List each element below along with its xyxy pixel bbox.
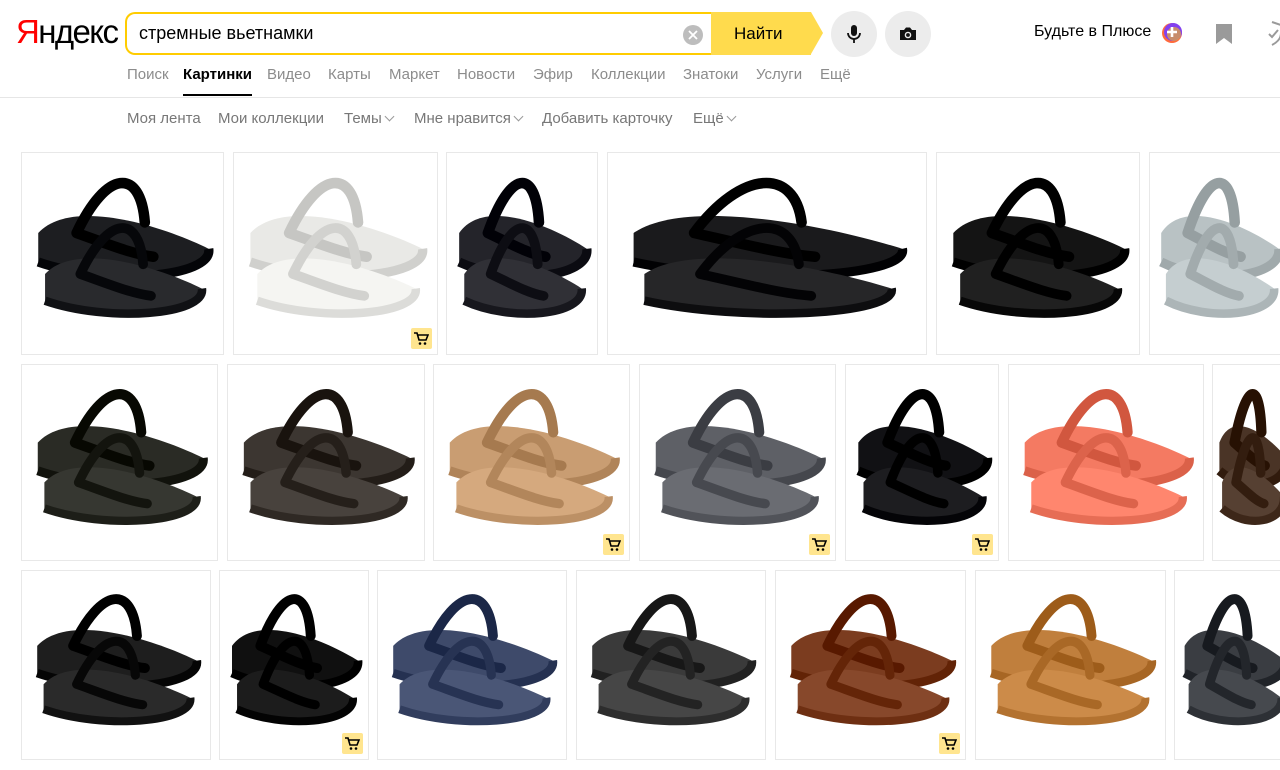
sandal-thumbnail <box>654 389 826 525</box>
sandal-thumbnail <box>1216 389 1280 525</box>
tab-news[interactable]: Новости <box>457 66 515 83</box>
tab-efir[interactable]: Эфир <box>533 66 573 83</box>
sandal-thumbnail <box>457 177 592 318</box>
sandal-thumbnail <box>230 594 363 726</box>
plus-promo-text[interactable]: Будьте в Плюсе <box>1034 23 1151 41</box>
image-result-tile[interactable] <box>639 364 836 561</box>
subnav-themes-label: Темы <box>344 110 382 127</box>
sandal-thumbnail <box>35 594 202 726</box>
tab-video[interactable]: Видео <box>267 66 311 83</box>
clear-icon[interactable] <box>683 25 703 45</box>
image-result-tile[interactable] <box>21 364 218 561</box>
image-result-tile[interactable] <box>21 152 224 355</box>
sandal-thumbnail <box>242 389 415 525</box>
sandal-thumbnail <box>1023 389 1194 525</box>
image-result-tile[interactable] <box>227 364 425 561</box>
sandal-thumbnail <box>590 594 757 726</box>
image-result-tile[interactable] <box>377 570 567 760</box>
chevron-down-icon <box>384 111 395 122</box>
sandal-thumbnail <box>789 594 957 726</box>
image-result-tile[interactable] <box>775 570 966 760</box>
yandex-logo[interactable]: Яндекс <box>16 12 119 52</box>
tab-search[interactable]: Поиск <box>127 66 169 83</box>
image-result-tile[interactable] <box>233 152 438 355</box>
chevron-down-icon <box>726 111 737 122</box>
sandal-thumbnail <box>248 177 428 318</box>
sandal-thumbnail <box>1182 594 1280 726</box>
image-result-tile[interactable] <box>845 364 999 561</box>
sandal-thumbnail <box>448 389 620 525</box>
tab-more[interactable]: Ещё <box>820 66 851 83</box>
image-result-tile[interactable] <box>433 364 630 561</box>
tab-experts[interactable]: Знатоки <box>683 66 738 83</box>
active-tab-underline <box>183 94 252 96</box>
image-result-tile[interactable] <box>1174 570 1280 760</box>
image-result-tile[interactable] <box>446 152 598 355</box>
subnav-feed[interactable]: Моя лента <box>127 110 201 127</box>
tab-images[interactable]: Картинки <box>183 66 252 83</box>
find-button-arrow <box>811 12 823 54</box>
image-result-tile[interactable] <box>936 152 1140 355</box>
logo-rest: ндекс <box>38 13 119 50</box>
tab-collections[interactable]: Коллекции <box>591 66 666 83</box>
image-result-tile[interactable] <box>576 570 766 760</box>
header-divider <box>0 97 1280 98</box>
subnav-add-card[interactable]: Добавить карточку <box>542 110 672 127</box>
plus-icon[interactable] <box>1161 21 1185 45</box>
shopping-cart-icon[interactable] <box>972 534 993 555</box>
image-result-tile[interactable] <box>607 152 927 355</box>
logo-first-letter: Я <box>16 13 40 50</box>
tab-maps[interactable]: Карты <box>328 66 371 83</box>
subnav-themes[interactable]: Темы <box>344 110 395 127</box>
shield-icon[interactable] <box>1263 20 1280 51</box>
search-bar: Найти <box>125 12 823 55</box>
image-result-tile[interactable] <box>1008 364 1204 561</box>
shopping-cart-icon[interactable] <box>603 534 624 555</box>
subnav-more[interactable]: Ещё <box>693 110 737 127</box>
find-button[interactable]: Найти <box>711 12 811 55</box>
search-input[interactable] <box>139 14 669 53</box>
camera-icon[interactable] <box>885 11 931 57</box>
microphone-icon[interactable] <box>831 11 877 57</box>
shopping-cart-icon[interactable] <box>342 733 363 754</box>
sandal-thumbnail <box>632 177 908 318</box>
subnav-my-collections[interactable]: Мои коллекции <box>218 110 324 127</box>
tab-market[interactable]: Маркет <box>389 66 440 83</box>
shopping-cart-icon[interactable] <box>411 328 432 349</box>
sandal-thumbnail <box>36 177 214 318</box>
image-result-tile[interactable] <box>975 570 1166 760</box>
sandal-thumbnail <box>951 177 1130 318</box>
search-box <box>125 12 713 55</box>
subnav-likes[interactable]: Мне нравится <box>414 110 524 127</box>
tab-services[interactable]: Услуги <box>756 66 802 83</box>
chevron-down-icon <box>513 111 524 122</box>
bookmark-icon[interactable] <box>1214 23 1234 50</box>
image-result-tile[interactable] <box>1149 152 1280 355</box>
sandal-thumbnail <box>36 389 208 525</box>
sandal-thumbnail <box>1159 177 1280 318</box>
subnav-more-label: Ещё <box>693 110 724 127</box>
sandal-thumbnail <box>856 389 993 525</box>
image-result-tile[interactable] <box>219 570 369 760</box>
shopping-cart-icon[interactable] <box>809 534 830 555</box>
image-result-tile[interactable] <box>1212 364 1280 561</box>
sandal-thumbnail <box>391 594 558 726</box>
image-result-tile[interactable] <box>21 570 211 760</box>
sandal-thumbnail <box>989 594 1157 726</box>
subnav-likes-label: Мне нравится <box>414 110 511 127</box>
shopping-cart-icon[interactable] <box>939 733 960 754</box>
